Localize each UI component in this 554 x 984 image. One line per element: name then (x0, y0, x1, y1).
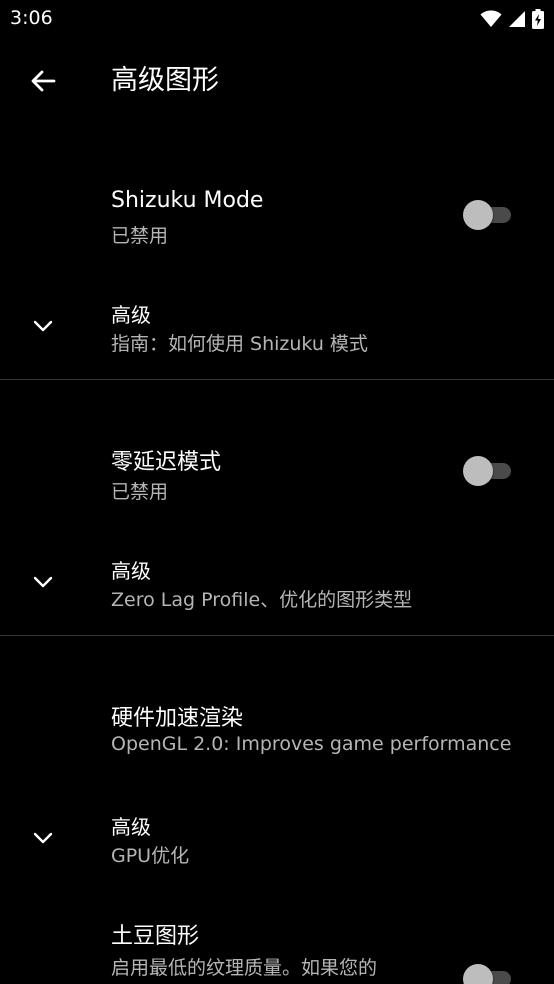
shizuku-mode-item[interactable]: Shizuku Mode 已禁用 (0, 170, 554, 270)
arrow-back-icon (31, 70, 56, 92)
status-time: 3:06 (10, 7, 53, 29)
hardware-advanced-item[interactable]: 高级 GPU优化 (0, 797, 554, 887)
divider (0, 379, 554, 380)
hardware-advanced-subtitle: GPU优化 (111, 845, 190, 867)
hardware-advanced-title: 高级 (111, 815, 151, 839)
shizuku-advanced-title: 高级 (111, 303, 151, 327)
page-title: 高级图形 (111, 65, 219, 96)
switch-thumb (463, 456, 493, 486)
chevron-down-icon (33, 320, 53, 332)
potato-graphics-item[interactable]: 土豆图形 启用最低的纹理质量。如果您的 (0, 900, 554, 984)
shizuku-mode-title: Shizuku Mode (111, 188, 264, 213)
zero-lag-mode-switch[interactable] (463, 454, 513, 486)
zero-lag-advanced-title: 高级 (111, 559, 151, 583)
zero-lag-advanced-subtitle: Zero Lag Profile、优化的图形类型 (111, 589, 413, 611)
potato-graphics-switch[interactable] (463, 962, 513, 984)
shizuku-advanced-subtitle: 指南：如何使用 Shizuku 模式 (111, 333, 368, 355)
back-button[interactable] (24, 62, 62, 100)
chevron-down-icon (33, 832, 53, 844)
status-bar: 3:06 (0, 0, 554, 38)
signal-icon (509, 11, 525, 27)
zero-lag-advanced-item[interactable]: 高级 Zero Lag Profile、优化的图形类型 (0, 541, 554, 631)
shizuku-mode-switch[interactable] (463, 198, 513, 230)
switch-thumb (463, 200, 493, 230)
hardware-rendering-title: 硬件加速渲染 (111, 706, 244, 731)
chevron-down-icon (33, 576, 53, 588)
app-bar: 高级图形 (0, 38, 554, 124)
zero-lag-mode-title: 零延迟模式 (111, 450, 222, 475)
potato-graphics-title: 土豆图形 (111, 924, 200, 949)
hardware-rendering-item[interactable]: 硬件加速渲染 OpenGL 2.0: Improves game perform… (0, 682, 554, 782)
zero-lag-mode-subtitle: 已禁用 (111, 481, 169, 503)
shizuku-mode-subtitle: 已禁用 (111, 225, 169, 247)
battery-charging-icon (532, 9, 544, 29)
switch-thumb (463, 964, 493, 984)
divider (0, 635, 554, 636)
hardware-rendering-subtitle: OpenGL 2.0: Improves game performance (111, 733, 512, 755)
wifi-icon (480, 10, 502, 27)
shizuku-advanced-item[interactable]: 高级 指南：如何使用 Shizuku 模式 (0, 285, 554, 375)
zero-lag-mode-item[interactable]: 零延迟模式 已禁用 (0, 426, 554, 526)
status-icons (480, 6, 544, 32)
potato-graphics-subtitle: 启用最低的纹理质量。如果您的 (111, 957, 378, 979)
